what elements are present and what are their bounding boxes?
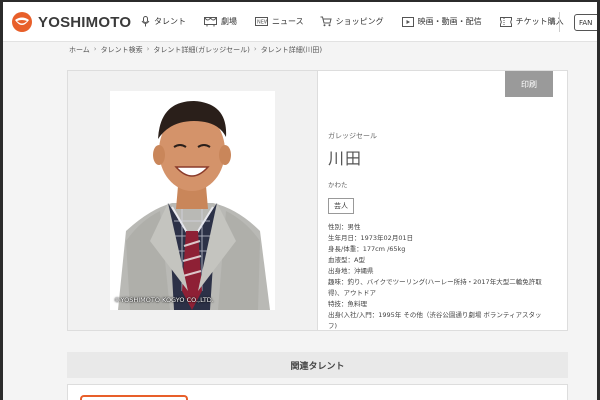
related-heading-label: 関連タレント [290,361,345,372]
profile-list: 性別：男性 生年月日：1973年02月01日 身長/体重：177cm /65kg… [328,222,563,332]
microphone-icon [141,16,150,27]
related-talent-heading: 関連タレント [67,352,568,378]
talent-unit[interactable]: ガレッジセール [328,131,563,141]
print-button[interactable]: 印刷 [505,71,553,97]
fan-club-button[interactable]: FAN [574,14,600,31]
print-button-label: 印刷 [521,79,537,89]
site-header: YOSHIMOTO タレント 劇場 NEWS ニュース [3,2,600,42]
logo-mark-icon [12,12,32,32]
nav-talent[interactable]: タレント [141,16,186,27]
profile-hobby: 趣味：釣り、バイクでツーリング(ハーレー所持・2017年大型二輪免許取 [328,278,542,286]
breadcrumb-separator: › [146,45,150,53]
breadcrumb-talent-search[interactable]: タレント検索 [101,45,143,55]
profile-hobby-cont: 得)、アウトドア [328,289,377,297]
profile-debut: 出身(入社/入門：1995年 その他（渋谷公園通り劇場 ボランティアスタッ [328,311,542,319]
breadcrumb-home[interactable]: ホーム [69,45,90,55]
nav-shopping[interactable]: ショッピング [320,16,384,27]
talent-portrait-icon [110,91,275,310]
profile-skill: 特技：魚料理 [328,300,367,308]
talent-info: ガレッジセール 川田 かわた 芸人 性別：男性 生年月日：1973年02月01日… [328,131,563,332]
nav-shopping-label: ショッピング [335,17,384,26]
svg-text:NEWS: NEWS [257,20,268,26]
nav-ticket[interactable]: チケット購入 [499,16,564,27]
photo-copyright: ©YOSHIMOTO KOGYO CO.,LTD. [114,296,214,304]
photo-pane: ©YOSHIMOTO KOGYO CO.,LTD. [68,71,318,330]
related-talent-list [67,384,568,400]
nav-theater[interactable]: 劇場 [204,16,237,27]
nav-news[interactable]: NEWS ニュース [255,16,304,27]
nav-video[interactable]: 映画・動画・配信 [401,16,482,27]
breadcrumb: ホーム › タレント検索 › タレント詳細(ガレッジセール) › タレント詳細(… [69,45,322,55]
talent-reading: かわた [328,181,348,189]
nav-talent-label: タレント [154,17,186,26]
cart-icon [320,16,332,27]
profile-blood-type: 血液型：A型 [328,256,365,264]
nav-ticket-label: チケット購入 [515,17,564,26]
breadcrumb-current: タレント詳細(川田) [260,46,323,54]
breadcrumb-separator: › [93,45,97,53]
profile-gender: 性別：男性 [328,223,361,231]
main-nav: タレント 劇場 NEWS ニュース ショッピング [141,16,564,27]
related-talent-item[interactable] [80,395,188,400]
category-badge: 芸人 [328,198,354,214]
brand-name: YOSHIMOTO [38,13,132,31]
theater-icon [204,16,217,26]
news-icon: NEWS [255,17,268,26]
site-logo[interactable]: YOSHIMOTO [11,12,131,32]
nav-divider [559,12,560,32]
video-icon [401,16,414,27]
nav-theater-label: 劇場 [221,17,237,26]
profile-hometown: 出身地：沖縄県 [328,267,374,275]
profile-debut-cont: フ) [328,322,338,330]
talent-name: 川田 [328,149,363,168]
profile-birthdate: 生年月日：1973年02月01日 [328,234,414,242]
talent-photo [110,91,275,310]
talent-card: ©YOSHIMOTO KOGYO CO.,LTD. 印刷 ガレッジセール 川田 … [67,70,568,331]
nav-video-label: 映画・動画・配信 [417,17,482,26]
fan-club-label: FAN [579,18,593,27]
breadcrumb-unit[interactable]: タレント詳細(ガレッジセール) [153,45,249,55]
breadcrumb-separator: › [253,45,257,53]
nav-news-label: ニュース [272,17,304,26]
ticket-icon [499,16,512,27]
profile-height-weight: 身長/体重：177cm /65kg [328,245,406,253]
